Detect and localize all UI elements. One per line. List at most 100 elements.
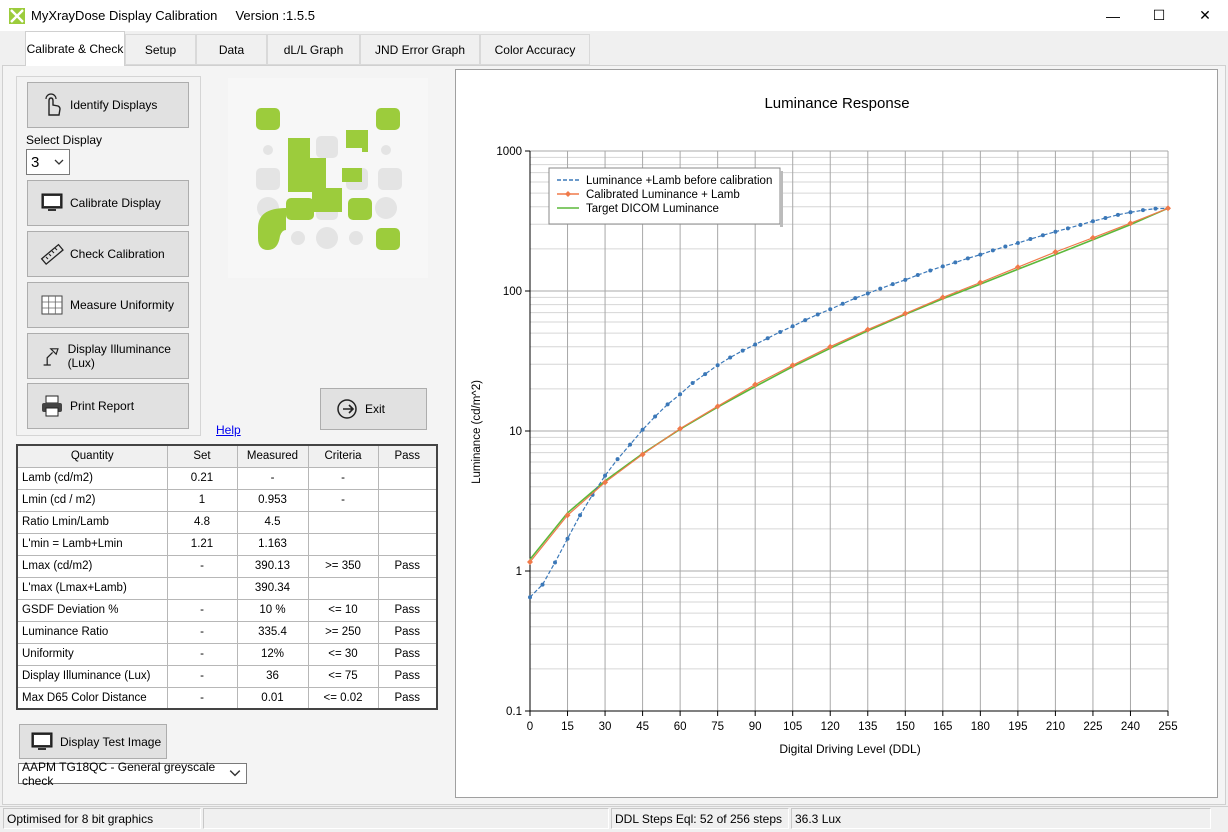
y-tick-label: 1000 [496, 146, 522, 158]
table-cell: GSDF Deviation % [16, 598, 168, 622]
display-test-image-button[interactable]: Display Test Image [19, 724, 167, 759]
x-tick-label: 15 [561, 721, 574, 733]
help-link[interactable]: Help [216, 423, 241, 437]
calibrate-display-label: Calibrate Display [70, 196, 161, 210]
data-point [1015, 241, 1020, 246]
maximize-button[interactable]: ☐ [1136, 0, 1182, 31]
table-cell: - [307, 488, 379, 512]
table-row: GSDF Deviation % -10 % <= 10 Pass [16, 598, 438, 622]
tab-color-accuracy[interactable]: Color Accuracy [480, 34, 590, 65]
legend-entry: Target DICOM Luminance [586, 203, 719, 215]
data-point [578, 513, 583, 518]
x-tick-label: 30 [599, 721, 612, 733]
x-tick-label: 90 [749, 721, 762, 733]
calibrate-display-button[interactable]: Calibrate Display [27, 180, 189, 226]
check-calibration-label: Check Calibration [70, 247, 165, 261]
table-cell: 4.8 [166, 510, 238, 534]
table-cell: Lamb (cd/m2) [16, 466, 168, 490]
table-row: L'max (Lmax+Lamb) 390.34 [16, 576, 438, 600]
data-point [840, 301, 845, 306]
table-cell [377, 532, 438, 556]
data-point [940, 264, 945, 269]
tab-calibrate-check[interactable]: Calibrate & Check [25, 31, 125, 66]
table-cell: <= 0.02 [307, 686, 379, 710]
data-point [690, 381, 695, 386]
data-point [678, 392, 683, 397]
table-row: Display Illuminance (Lux) -36 <= 75 Pass [16, 664, 438, 688]
x-tick-label: 210 [1046, 721, 1065, 733]
data-point [878, 286, 883, 291]
table-cell: Pass [377, 554, 438, 578]
table-cell: Display Illuminance (Lux) [16, 664, 168, 688]
tab-data[interactable]: Data [196, 34, 267, 65]
table-cell: 0.01 [236, 686, 309, 710]
table-cell [377, 576, 438, 600]
series-line [529, 207, 1169, 563]
results-table: Quantity Set Measured Criteria Pass Lamb… [16, 444, 438, 710]
data-point [665, 402, 670, 407]
x-tick-label: 120 [821, 721, 840, 733]
x-tick-label: 225 [1083, 721, 1102, 733]
table-row: Lmax (cd/m2) -390.13 >= 350 Pass [16, 554, 438, 578]
test-image-select[interactable]: AAPM TG18QC - General greyscale check [18, 760, 247, 788]
display-select[interactable]: 3 [26, 149, 70, 175]
data-point [828, 307, 833, 312]
table-cell [307, 510, 379, 534]
x-tick-label: 45 [636, 721, 649, 733]
identify-displays-button[interactable]: Identify Displays [27, 82, 189, 128]
table-cell: >= 350 [307, 554, 379, 578]
measure-uniformity-label: Measure Uniformity [70, 298, 175, 312]
chart-legend: Luminance +Lamb before calibration Calibr… [548, 167, 783, 227]
app-logo [228, 78, 428, 278]
table-cell: 0.21 [166, 466, 238, 490]
display-test-image-label: Display Test Image [60, 734, 162, 749]
x-tick-label: 255 [1158, 721, 1177, 733]
monitor-icon [41, 193, 63, 211]
data-point [1103, 216, 1108, 221]
tab-setup[interactable]: Setup [125, 34, 196, 65]
display-illuminance-button[interactable]: Display Illuminance (Lux) [27, 333, 189, 379]
data-point [1115, 212, 1120, 217]
table-row: Luminance Ratio -335.4 >= 250 Pass [16, 620, 438, 644]
data-point [1140, 208, 1145, 213]
column-header: Quantity [16, 444, 168, 468]
status-lux: 36.3 Lux [791, 808, 1211, 829]
data-point [890, 282, 895, 287]
table-cell: Max D65 Color Distance [16, 686, 168, 710]
x-tick-label: 75 [711, 721, 724, 733]
tab-jnd-error-graph[interactable]: JND Error Graph [360, 34, 480, 65]
data-point [903, 277, 908, 282]
table-cell [166, 576, 238, 600]
table-cell: 1.163 [236, 532, 309, 556]
minimize-button[interactable]: — [1090, 0, 1136, 31]
table-cell: 0.953 [236, 488, 309, 512]
data-point [915, 273, 920, 278]
data-point [978, 252, 983, 257]
data-point [953, 260, 958, 265]
table-cell: >= 250 [307, 620, 379, 644]
exit-button[interactable]: Exit [320, 388, 427, 430]
table-cell: <= 30 [307, 642, 379, 666]
exit-label: Exit [365, 402, 386, 416]
data-point [928, 268, 933, 273]
data-point [790, 324, 795, 329]
desk-lamp-icon [43, 348, 59, 366]
data-point [615, 457, 620, 462]
tab-dl-l-graph[interactable]: dL/L Graph [267, 34, 360, 65]
print-report-button[interactable]: Print Report [27, 383, 189, 429]
check-calibration-button[interactable]: Check Calibration [27, 231, 189, 277]
status-middle [203, 808, 609, 829]
close-button[interactable]: ✕ [1182, 0, 1228, 31]
table-cell: - [166, 554, 238, 578]
data-point [565, 536, 570, 541]
table-cell: 10 % [236, 598, 309, 622]
x-tick-label: 180 [971, 721, 990, 733]
table-row: Uniformity -12% <= 30 Pass [16, 642, 438, 666]
table-cell: - [307, 466, 379, 490]
legend-entry: Luminance +Lamb before calibration [586, 175, 772, 187]
table-cell [377, 466, 438, 490]
table-cell: Ratio Lmin/Lamb [16, 510, 168, 534]
legend-entry: Calibrated Luminance + Lamb [586, 189, 740, 201]
table-cell [307, 532, 379, 556]
measure-uniformity-button[interactable]: Measure Uniformity [27, 282, 189, 328]
